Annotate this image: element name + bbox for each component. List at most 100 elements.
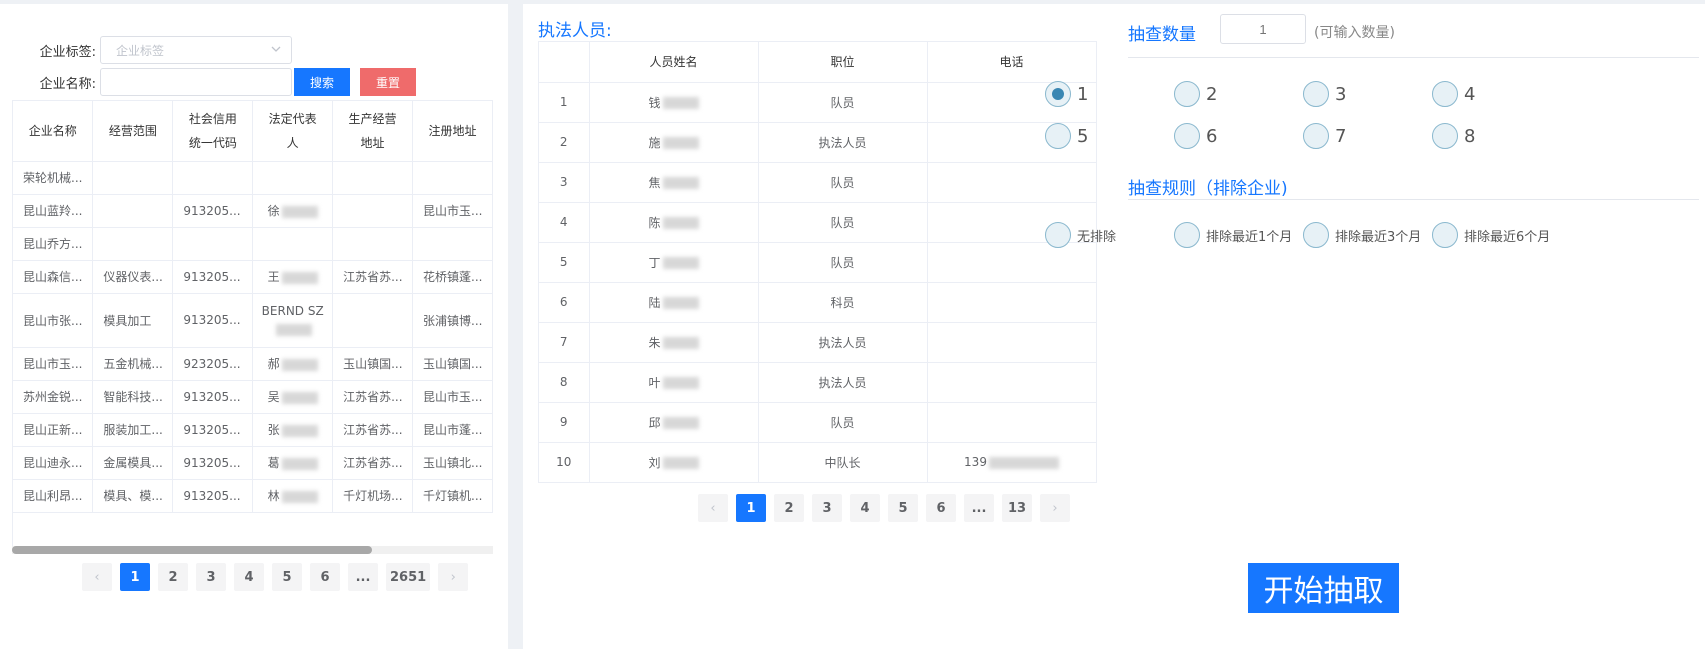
tag-select-placeholder: 企业标签 bbox=[116, 43, 165, 58]
page-button[interactable]: 6 bbox=[926, 494, 956, 522]
cell-text: 陈 bbox=[648, 215, 661, 230]
count-radio-5[interactable]: 5 bbox=[1045, 123, 1088, 149]
table-cell: 执法人员 bbox=[758, 362, 928, 403]
col-header-staff-name[interactable]: 人员姓名 bbox=[589, 42, 759, 83]
page-button[interactable]: 1 bbox=[736, 494, 766, 522]
table-row[interactable]: 昆山蓝羚... 913205... 徐 昆山市玉... bbox=[13, 194, 493, 228]
next-page-icon[interactable]: › bbox=[1040, 494, 1070, 522]
more-pages-button[interactable]: ... bbox=[348, 563, 378, 591]
radio-circle-icon[interactable] bbox=[1045, 81, 1071, 107]
table-row[interactable]: 4 陈 队员 bbox=[539, 202, 1097, 243]
page-button[interactable]: 5 bbox=[272, 563, 302, 591]
table-row[interactable]: 昆山森信... 仪器仪表... 913205... 王 江苏省苏... 花桥镇蓬... bbox=[13, 260, 493, 294]
page-button[interactable]: 4 bbox=[850, 494, 880, 522]
table-row[interactable]: 昆山市张... 模具加工 913205... BERND SZ 张浦镇博... bbox=[13, 293, 493, 348]
page-button[interactable]: 3 bbox=[812, 494, 842, 522]
col-header-phone[interactable]: 电话 bbox=[927, 42, 1097, 83]
col-header-legal-rep[interactable]: 法定代表人 bbox=[252, 101, 334, 162]
next-page-icon[interactable]: › bbox=[438, 563, 469, 591]
more-pages-button[interactable]: ... bbox=[964, 494, 994, 522]
table-cell: 花桥镇蓬... bbox=[412, 260, 493, 294]
count-radio-3[interactable]: 3 bbox=[1303, 81, 1346, 107]
page-button[interactable]: 2 bbox=[158, 563, 188, 591]
table-row[interactable]: 3 焦 队员 bbox=[539, 162, 1097, 203]
tag-select[interactable]: 企业标签 bbox=[100, 36, 292, 64]
count-radio-4[interactable]: 4 bbox=[1432, 81, 1475, 107]
page-button[interactable]: 2 bbox=[774, 494, 804, 522]
radio-circle-icon[interactable] bbox=[1432, 81, 1458, 107]
sample-count-input[interactable] bbox=[1220, 14, 1306, 44]
count-hint: (可输入数量) bbox=[1314, 25, 1395, 41]
company-name-input[interactable] bbox=[100, 68, 292, 96]
col-header-position[interactable]: 职位 bbox=[758, 42, 928, 83]
radio-circle-icon[interactable] bbox=[1303, 81, 1329, 107]
count-radio-8[interactable]: 8 bbox=[1432, 123, 1475, 149]
radio-circle-icon[interactable] bbox=[1303, 123, 1329, 149]
prev-page-icon[interactable]: ‹ bbox=[82, 563, 112, 591]
table-row[interactable]: 昆山正新... 服装加工... 913205... 张 江苏省苏... 昆山市蓬... bbox=[13, 413, 493, 447]
count-radio-2[interactable]: 2 bbox=[1174, 81, 1217, 107]
page-button[interactable]: 13 bbox=[1002, 494, 1032, 522]
col-header-credit-code[interactable]: 社会信用统一代码 bbox=[172, 101, 254, 162]
reset-button[interactable]: 重置 bbox=[360, 68, 416, 96]
table-cell: 千灯机场... bbox=[332, 479, 414, 513]
page-button[interactable]: 2651 bbox=[386, 563, 431, 591]
table-cell: 江苏省苏... bbox=[332, 380, 414, 414]
col-header-business-scope[interactable]: 经营范围 bbox=[92, 101, 174, 162]
table-cell bbox=[92, 227, 174, 261]
count-radio-1[interactable]: 1 bbox=[1045, 81, 1088, 107]
table-cell bbox=[332, 194, 414, 228]
count-radio-7[interactable]: 7 bbox=[1303, 123, 1346, 149]
cell-text: 模具加工 bbox=[103, 313, 152, 328]
col-header-company-name[interactable]: 企业名称 bbox=[13, 101, 94, 162]
table-row[interactable]: 昆山市玉... 五金机械... 923205... 郝 玉山镇国... 玉山镇国... bbox=[13, 347, 493, 381]
cell-text: 6 bbox=[559, 295, 568, 309]
page-button[interactable]: 3 bbox=[196, 563, 226, 591]
cell-text: 913205... bbox=[183, 422, 241, 437]
radio-circle-icon[interactable] bbox=[1174, 81, 1200, 107]
page-button[interactable]: 4 bbox=[234, 563, 264, 591]
table-row[interactable]: 10 刘 中队长 139 bbox=[539, 442, 1097, 483]
table-cell: 玉山镇国... bbox=[412, 347, 493, 381]
rule-radio-2[interactable]: 排除最近3个月 bbox=[1303, 222, 1421, 248]
table-cell: 陆 bbox=[589, 282, 759, 323]
radio-circle-icon[interactable] bbox=[1045, 123, 1071, 149]
table-row[interactable]: 1 钱 队员 bbox=[539, 82, 1097, 123]
table-row[interactable]: 昆山利昂... 模具、模... 913205... 林 千灯机场... 千灯镇机... bbox=[13, 479, 493, 513]
table-row[interactable]: 5 丁 队员 bbox=[539, 242, 1097, 283]
search-button[interactable]: 搜索 bbox=[294, 68, 350, 96]
table-cell: 队员 bbox=[758, 402, 928, 443]
table-row[interactable]: 昆山迪永... 金属模具... 913205... 葛 江苏省苏... 玉山镇北... bbox=[13, 446, 493, 480]
radio-circle-icon[interactable] bbox=[1045, 222, 1071, 248]
page-button[interactable]: 6 bbox=[310, 563, 340, 591]
rule-radio-0[interactable]: 无排除 bbox=[1045, 222, 1116, 248]
table-row[interactable]: 2 施 执法人员 bbox=[539, 122, 1097, 163]
table-row[interactable]: 7 朱 执法人员 bbox=[539, 322, 1097, 363]
table-row[interactable]: 6 陆 科员 bbox=[539, 282, 1097, 323]
table-row[interactable]: 昆山乔方... bbox=[13, 227, 493, 261]
col-header-registered-address[interactable]: 注册地址 bbox=[412, 101, 493, 162]
page-button[interactable]: 1 bbox=[120, 563, 150, 591]
table-cell: 荣轮机械... bbox=[13, 161, 94, 195]
page-button[interactable]: 5 bbox=[888, 494, 918, 522]
table-row[interactable]: 荣轮机械... bbox=[13, 161, 493, 195]
redacted-blur bbox=[662, 417, 699, 429]
table-horizontal-scrollbar[interactable] bbox=[12, 546, 493, 554]
cell-text: 江苏省苏... bbox=[343, 390, 403, 404]
table-row[interactable]: 苏州金锐... 智能科技... 913205... 吴 江苏省苏... 昆山市玉... bbox=[13, 380, 493, 414]
col-header-operating-address[interactable]: 生产经营地址 bbox=[332, 101, 414, 162]
rule-radio-3[interactable]: 排除最近6个月 bbox=[1432, 222, 1550, 248]
radio-circle-icon[interactable] bbox=[1432, 222, 1458, 248]
radio-circle-icon[interactable] bbox=[1432, 123, 1458, 149]
count-radio-6[interactable]: 6 bbox=[1174, 123, 1217, 149]
radio-circle-icon[interactable] bbox=[1303, 222, 1329, 248]
table-row[interactable]: 9 邱 队员 bbox=[539, 402, 1097, 443]
radio-circle-icon[interactable] bbox=[1174, 123, 1200, 149]
table-cell bbox=[412, 161, 493, 195]
start-sampling-button[interactable]: 开始抽取 bbox=[1248, 563, 1399, 613]
prev-page-icon[interactable]: ‹ bbox=[698, 494, 728, 522]
rule-radio-1[interactable]: 排除最近1个月 bbox=[1174, 222, 1292, 248]
scrollbar-thumb[interactable] bbox=[12, 546, 372, 554]
table-row[interactable]: 8 叶 执法人员 bbox=[539, 362, 1097, 403]
radio-circle-icon[interactable] bbox=[1174, 222, 1200, 248]
